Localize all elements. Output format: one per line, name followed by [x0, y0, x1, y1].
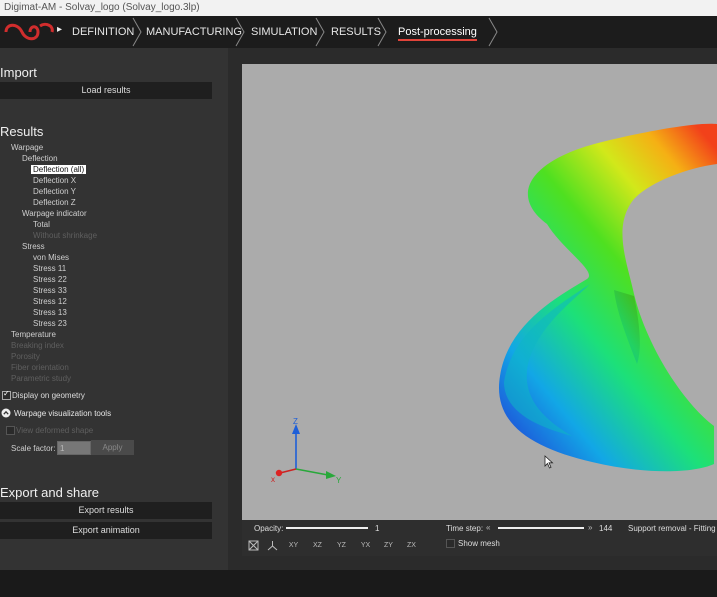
tree-item-porosity: Porosity	[11, 352, 40, 361]
opacity-value: 1	[375, 524, 380, 533]
view-deformed-checkbox[interactable]	[6, 426, 15, 435]
opacity-slider[interactable]	[286, 527, 368, 529]
section-title-results: Results	[0, 124, 44, 139]
chevron-right-icon	[315, 17, 325, 47]
tree-item-deflection-x[interactable]: Deflection X	[33, 176, 76, 185]
load-results-button[interactable]: Load results	[0, 82, 212, 99]
tree-item-deflection[interactable]: Deflection	[22, 154, 58, 163]
nav-tab-results[interactable]: RESULTS	[331, 16, 381, 48]
section-title-export: Export and share	[0, 485, 100, 500]
support-removal-label: Support removal - Fitting	[628, 524, 716, 533]
view-yz-icon[interactable]: YZ	[336, 540, 347, 551]
fast-forward-icon[interactable]: »	[588, 523, 592, 532]
fit-view-icon[interactable]	[248, 540, 259, 551]
axes-icon[interactable]	[267, 540, 278, 551]
chevron-right-icon	[235, 17, 245, 47]
top-navigation: ▸ DEFINITION MANUFACTURING SIMULATION RE…	[0, 16, 717, 48]
window-title: Digimat-AM - Solvay_logo (Solvay_logo.3l…	[0, 0, 717, 16]
nav-tab-definition[interactable]: DEFINITION	[72, 16, 134, 48]
sidebar: Import Load results Results Warpage Defle…	[0, 48, 228, 570]
tree-item-stress-33[interactable]: Stress 33	[33, 286, 67, 295]
tree-item-von-mises[interactable]: von Mises	[33, 253, 69, 262]
scale-factor-input[interactable]	[57, 441, 91, 455]
timestep-label: Time step:	[446, 524, 484, 533]
chevron-right-icon	[488, 17, 498, 47]
tree-item-temperature[interactable]: Temperature	[11, 330, 56, 339]
timestep-slider-fill	[498, 527, 584, 529]
app-logo	[4, 22, 54, 41]
tree-item-deflection-y[interactable]: Deflection Y	[33, 187, 76, 196]
tree-item-deflection-z[interactable]: Deflection Z	[33, 198, 76, 207]
tree-item-stress-13[interactable]: Stress 13	[33, 308, 67, 317]
axis-label-z: Z	[293, 418, 298, 426]
timestep-slider[interactable]	[498, 527, 584, 529]
tree-item-stress[interactable]: Stress	[22, 242, 45, 251]
chevron-right-icon	[132, 17, 142, 47]
tree-item-without-shrinkage: Without shrinkage	[33, 231, 98, 240]
tree-item-stress-11[interactable]: Stress 11	[33, 264, 66, 273]
timestep-value: 144	[599, 524, 613, 533]
view-yx-icon[interactable]: YX	[360, 540, 371, 551]
export-animation-button[interactable]: Export animation	[0, 522, 212, 539]
tree-item-parametric-study: Parametric study	[11, 374, 72, 383]
mouse-cursor-icon	[544, 455, 554, 469]
viewport-toolbar: Opacity: 1 Time step: « » 144 Support re…	[242, 520, 717, 556]
export-results-button[interactable]: Export results	[0, 502, 212, 519]
tree-item-deflection-all[interactable]: Deflection (all)	[31, 165, 87, 174]
view-xz-icon[interactable]: XZ	[312, 540, 323, 551]
tree-item-stress-22[interactable]: Stress 22	[33, 275, 67, 284]
nav-tab-manufacturing[interactable]: MANUFACTURING	[146, 16, 242, 48]
tree-item-total[interactable]: Total	[33, 220, 50, 229]
3d-viewport[interactable]: Z Y x	[242, 64, 717, 520]
show-mesh-checkbox[interactable]	[446, 539, 455, 548]
nav-menu-dot[interactable]: ▸	[57, 24, 62, 35]
rewind-icon[interactable]: «	[486, 523, 490, 532]
warpage-tools-label[interactable]: Warpage visualization tools	[14, 409, 111, 418]
tree-item-stress-23[interactable]: Stress 23	[33, 319, 67, 328]
display-on-geometry-checkbox[interactable]	[2, 389, 11, 400]
tree-item-warpage[interactable]: Warpage	[11, 143, 43, 152]
tree-item-breaking-index: Breaking index	[11, 341, 64, 350]
nav-tab-post-processing[interactable]: Post-processing	[398, 16, 477, 48]
tree-item-fiber-orientation: Fiber orientation	[11, 363, 69, 372]
collapse-circle-icon[interactable]	[1, 408, 11, 418]
display-on-geometry-label: Display on geometry	[12, 391, 85, 400]
apply-button[interactable]: Apply	[91, 440, 134, 455]
view-deformed-label: View deformed shape	[16, 426, 94, 435]
chevron-right-icon	[377, 17, 387, 47]
axis-label-y: Y	[336, 476, 342, 485]
tree-item-stress-12[interactable]: Stress 12	[33, 297, 67, 306]
axis-label-x: x	[271, 475, 275, 484]
view-zx-icon[interactable]: ZX	[406, 540, 417, 551]
status-area	[0, 570, 717, 597]
opacity-label: Opacity:	[254, 524, 284, 533]
opacity-slider-fill	[286, 527, 368, 529]
view-xy-icon[interactable]: XY	[288, 540, 299, 551]
section-title-import: Import	[0, 65, 37, 80]
axis-triad: Z Y x	[271, 418, 342, 485]
show-mesh-label: Show mesh	[458, 539, 500, 548]
tree-item-warpage-indicator[interactable]: Warpage indicator	[22, 209, 87, 218]
nav-tab-simulation[interactable]: SIMULATION	[251, 16, 317, 48]
view-zy-icon[interactable]: ZY	[383, 540, 394, 551]
scale-factor-label: Scale factor:	[11, 444, 56, 453]
